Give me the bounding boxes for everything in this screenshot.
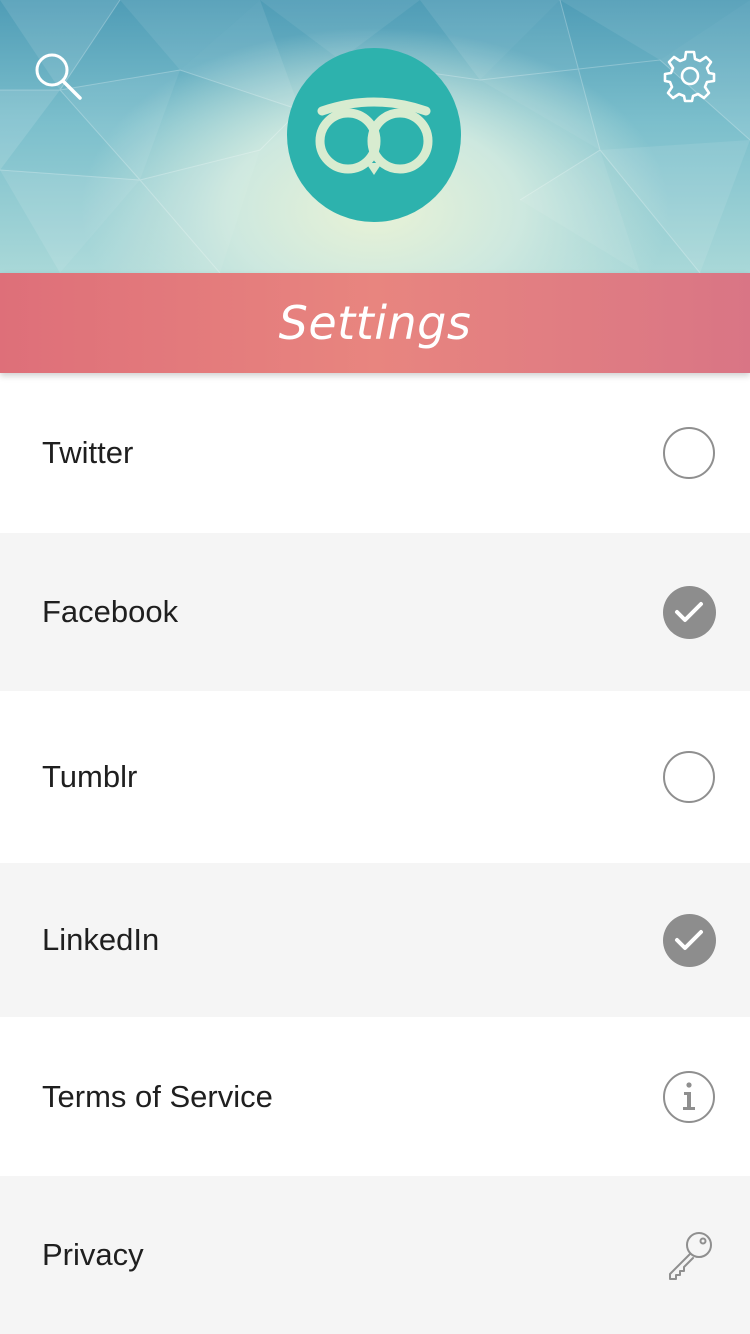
header-banner (0, 0, 750, 273)
gear-icon (663, 50, 716, 103)
info-icon (663, 1070, 715, 1123)
settings-screen: Settings Twitter Facebook Tumblr LinkedI… (0, 0, 750, 1334)
list-item-label: LinkedIn (42, 922, 160, 957)
facebook-toggle[interactable] (662, 585, 716, 639)
check-circle-icon (662, 585, 716, 639)
list-item-tumblr[interactable]: Tumblr (0, 691, 750, 863)
check-circle-icon (662, 913, 716, 967)
list-item-linkedin[interactable]: LinkedIn (0, 863, 750, 1017)
page-title: Settings (278, 296, 472, 350)
twitter-toggle[interactable] (662, 426, 716, 480)
settings-list: Twitter Facebook Tumblr LinkedIn Terms o… (0, 373, 750, 1334)
list-item-label: Terms of Service (42, 1078, 273, 1114)
key-icon (669, 1232, 712, 1280)
list-item-label: Facebook (42, 594, 179, 629)
radio-unchecked-icon (663, 751, 715, 803)
privacy-key-button[interactable] (662, 1228, 716, 1282)
list-item-terms-of-service[interactable]: Terms of Service (0, 1017, 750, 1176)
list-item-label: Tumblr (42, 759, 138, 794)
linkedin-toggle[interactable] (662, 913, 716, 967)
tumblr-toggle[interactable] (662, 750, 716, 804)
list-item-privacy[interactable]: Privacy (0, 1176, 750, 1334)
list-item-facebook[interactable]: Facebook (0, 533, 750, 691)
search-button[interactable] (28, 46, 88, 106)
owl-logo-icon (315, 97, 433, 175)
settings-gear-button[interactable] (660, 46, 720, 106)
radio-unchecked-icon (663, 427, 715, 479)
title-bar: Settings (0, 273, 750, 373)
list-item-label: Privacy (42, 1237, 144, 1272)
search-icon (35, 53, 82, 100)
list-item-twitter[interactable]: Twitter (0, 373, 750, 533)
app-logo (287, 48, 461, 222)
terms-info-button[interactable] (662, 1070, 716, 1124)
list-item-label: Twitter (42, 435, 134, 470)
